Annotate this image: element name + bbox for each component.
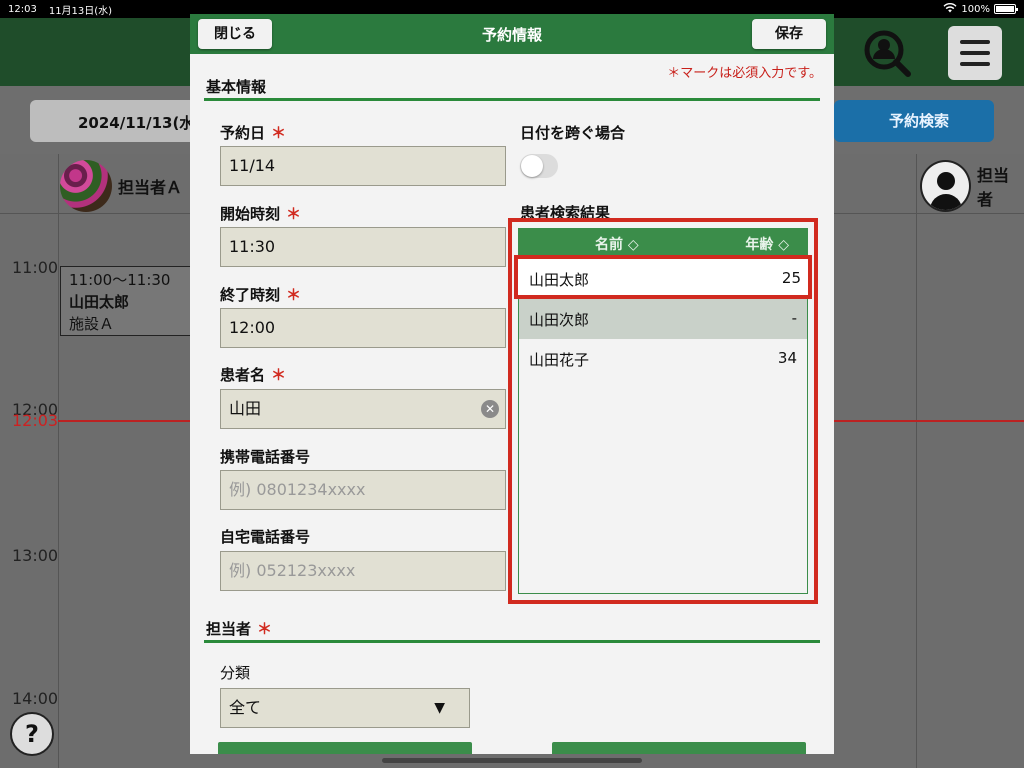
- status-right: 100%: [943, 2, 1018, 16]
- section-divider: [204, 640, 820, 643]
- required-mark: ＊: [286, 205, 302, 223]
- wifi-icon: [943, 2, 957, 16]
- basic-info-heading: 基本情報: [206, 78, 267, 96]
- battery-percent: 100%: [961, 3, 990, 15]
- save-button[interactable]: 保存: [752, 19, 826, 49]
- menu-icon[interactable]: [948, 26, 1002, 80]
- result-name: 山田次郎: [529, 311, 590, 329]
- home-phone-input[interactable]: 例) 052123xxxx: [220, 551, 506, 591]
- result-row[interactable]: 山田花子 34: [519, 339, 807, 379]
- person-icon: [920, 160, 971, 212]
- grid-line: [916, 154, 917, 768]
- date-label: 予約日＊: [220, 124, 287, 142]
- required-mark: ＊: [286, 286, 302, 304]
- home-phone-label: 自宅電話番号: [220, 528, 311, 546]
- results-header: 名前 ◇ 年齢 ◇: [519, 229, 807, 255]
- result-row[interactable]: 山田太郎 25: [514, 255, 812, 299]
- section-divider: [204, 98, 820, 101]
- patient-search-icon[interactable]: [860, 26, 914, 80]
- appointment-card[interactable]: 11:00～11:30 山田太郎 施設Ａ: [60, 266, 192, 336]
- status-time: 12:03: [8, 3, 37, 15]
- mobile-phone-input[interactable]: 例) 0801234xxxx: [220, 470, 506, 510]
- dropdown-arrow-icon: ▼: [434, 700, 445, 716]
- date-button[interactable]: 2024/11/13(水: [30, 100, 200, 142]
- sort-by-name[interactable]: 名前 ◇: [595, 234, 639, 254]
- mobile-phone-label: 携帯電話番号: [220, 448, 311, 466]
- staff-a-header[interactable]: 担当者Ａ: [60, 160, 182, 212]
- date-input[interactable]: 11/14: [220, 146, 506, 186]
- modal-header: 閉じる 予約情報 保存: [190, 14, 834, 54]
- time-label: 11:00: [12, 258, 59, 277]
- sort-by-age[interactable]: 年齢 ◇: [745, 234, 789, 254]
- time-label: 13:00: [12, 546, 59, 565]
- appointment-time: 11:00～11:30: [69, 271, 171, 289]
- staff-b-name: 担当者: [977, 166, 1010, 209]
- category-label: 分類: [220, 664, 251, 682]
- search-results-table: 名前 ◇ 年齢 ◇ 山田太郎 25 山田次郎 - 山田花子 34: [514, 228, 812, 594]
- reservation-modal: 閉じる 予約情報 保存 ＊マークは必須入力です。 基本情報 予約日＊ 11/14…: [190, 14, 834, 754]
- required-note: ＊マークは必須入力です。: [667, 66, 822, 81]
- result-name: 山田花子: [529, 351, 590, 369]
- battery-icon: [994, 4, 1018, 14]
- home-indicator: [382, 758, 642, 763]
- start-time-input[interactable]: 11:30: [220, 227, 506, 267]
- patient-name-label: 患者名＊: [220, 366, 287, 384]
- time-label: 14:00: [12, 689, 59, 708]
- modal-title: 予約情報: [481, 26, 542, 44]
- required-mark: ＊: [257, 620, 273, 638]
- staff-a-avatar: [60, 160, 112, 212]
- result-age: -: [791, 309, 797, 327]
- reservation-search-button[interactable]: 予約検索: [834, 100, 994, 142]
- end-time-input[interactable]: 12:00: [220, 308, 506, 348]
- appointment-patient: 山田太郎: [69, 293, 130, 311]
- cross-date-label: 日付を跨ぐ場合: [520, 124, 626, 142]
- staff-b-header[interactable]: 担当者: [920, 160, 1024, 212]
- start-time-label: 開始時刻＊: [220, 205, 302, 223]
- required-mark: ＊: [271, 366, 287, 384]
- staff-option-button[interactable]: [218, 742, 472, 754]
- staff-a-name: 担当者Ａ: [118, 178, 183, 197]
- result-name: 山田太郎: [529, 271, 590, 289]
- status-date: 11月13日(水): [48, 5, 113, 17]
- cross-date-toggle[interactable]: [520, 154, 558, 178]
- category-value: 全て: [229, 698, 262, 717]
- required-mark: ＊: [271, 124, 287, 142]
- search-results-highlight: 名前 ◇ 年齢 ◇ 山田太郎 25 山田次郎 - 山田花子 34: [508, 218, 818, 604]
- result-age: 34: [777, 349, 797, 367]
- clear-icon[interactable]: ✕: [481, 400, 499, 418]
- result-row[interactable]: 山田次郎 -: [519, 299, 807, 339]
- category-select[interactable]: 全て ▼: [220, 688, 470, 728]
- appointment-facility: 施設Ａ: [69, 315, 115, 333]
- staff-option-button[interactable]: [552, 742, 806, 754]
- end-time-label: 終了時刻＊: [220, 286, 302, 304]
- grid-line: [58, 154, 59, 768]
- current-time-label: 12:03: [12, 411, 59, 430]
- patient-name-input[interactable]: 山田: [220, 389, 506, 429]
- result-age: 25: [781, 269, 801, 287]
- help-button[interactable]: ?: [10, 712, 54, 756]
- staff-section-heading: 担当者＊: [206, 620, 273, 638]
